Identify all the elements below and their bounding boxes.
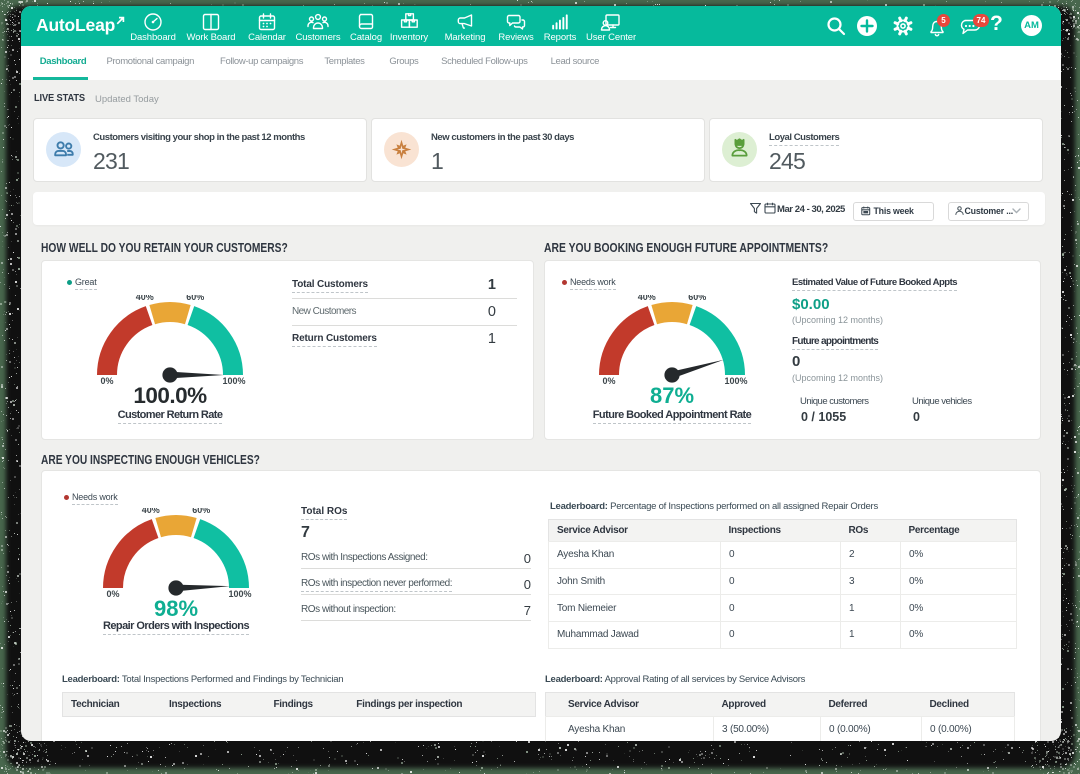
svg-text:40%: 40% <box>136 295 154 302</box>
svg-text:60%: 60% <box>186 295 204 302</box>
svg-text:40%: 40% <box>638 295 656 302</box>
svg-text:60%: 60% <box>192 508 210 515</box>
svg-text:60%: 60% <box>688 295 706 302</box>
svg-text:40%: 40% <box>142 508 160 515</box>
